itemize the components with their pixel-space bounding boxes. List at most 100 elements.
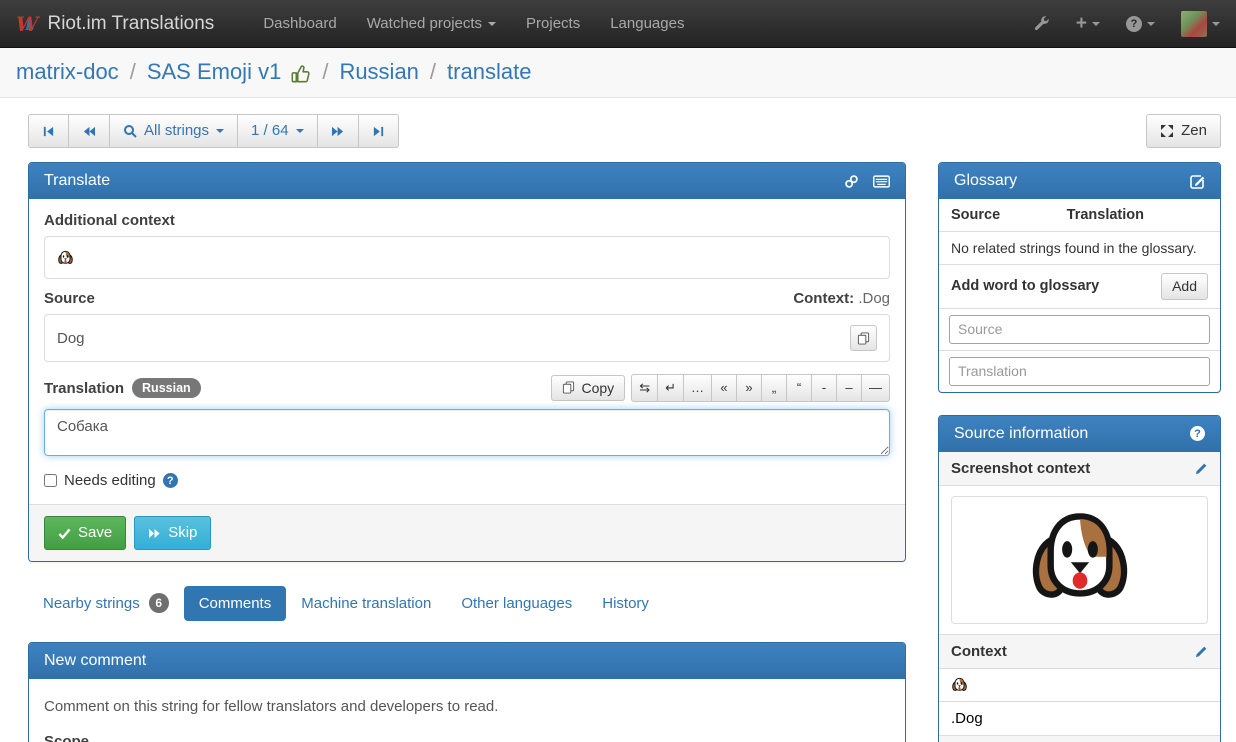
insert-hyphen-button[interactable]: - (811, 374, 837, 402)
nav-item-languages[interactable]: Languages (595, 15, 699, 32)
glossary-translation-input[interactable] (949, 357, 1210, 386)
position-dropdown[interactable]: 1 / 64 (237, 114, 318, 148)
chevron-down-icon (1147, 22, 1155, 26)
source-info-help-icon[interactable]: ? (1190, 426, 1205, 441)
dog-emoji-icon (951, 677, 968, 693)
breadcrumb-separator: / (322, 59, 328, 85)
add-word-label: Add word to glossary (951, 278, 1099, 294)
help-icon: ? (1126, 16, 1142, 32)
copy-to-translation-button[interactable]: Copy (551, 375, 626, 402)
glossary-panel: Glossary Source Translation No related s… (938, 162, 1221, 393)
manage-glossary-icon[interactable] (1190, 174, 1205, 189)
needs-editing-checkbox[interactable] (44, 474, 57, 487)
zen-mode-button[interactable]: Zen (1146, 114, 1221, 148)
insert-laquo-button[interactable]: « (711, 374, 737, 402)
breadcrumb-page[interactable]: translate (447, 59, 531, 85)
brand-title: Riot.im Translations (47, 13, 214, 35)
glossary-add-button[interactable]: Add (1161, 273, 1208, 300)
translate-panel-footer: Save Skip (29, 504, 905, 561)
edit-pencil-icon[interactable] (1195, 462, 1208, 475)
edit-pencil-icon[interactable] (1195, 645, 1208, 658)
user-menu-button[interactable] (1181, 11, 1220, 37)
insert-tab-button[interactable]: ⇆ (631, 374, 658, 402)
breadcrumb-project[interactable]: matrix-doc (16, 59, 119, 85)
translate-panel: Translate Additional context Source (28, 162, 906, 562)
navbar-menu: Dashboard Watched projects Projects Lang… (248, 15, 699, 32)
breadcrumb-separator: / (130, 59, 136, 85)
avatar (1181, 11, 1207, 37)
nav-item-watched-projects[interactable]: Watched projects (352, 15, 511, 32)
source-string-text: Dog (57, 330, 85, 347)
help-menu-button[interactable]: ? (1126, 16, 1155, 32)
screenshot-image[interactable] (951, 496, 1208, 624)
filter-dropdown[interactable]: All strings (109, 114, 238, 148)
keyboard-icon[interactable] (873, 175, 890, 188)
insert-low-quote-button[interactable]: „ (761, 374, 787, 402)
copy-source-button[interactable] (850, 325, 877, 351)
insert-ellipsis-button[interactable]: … (683, 374, 712, 402)
glossary-title: Glossary (954, 172, 1017, 190)
add-menu-button[interactable]: + (1076, 14, 1100, 33)
first-string-button[interactable] (28, 114, 69, 148)
source-information-panel: Source information ? Screenshot context (938, 415, 1221, 742)
string-navigation-toolbar: All strings 1 / 64 Zen (28, 114, 1221, 148)
tab-machine-translation[interactable]: Machine translation (286, 586, 446, 621)
translate-panel-title: Translate (44, 172, 110, 190)
breadcrumb-component[interactable]: SAS Emoji v1 (147, 59, 282, 85)
additional-context-label: Additional context (44, 212, 175, 229)
tab-history[interactable]: History (587, 586, 664, 621)
brand[interactable]: WL Riot.im Translations (16, 12, 214, 36)
needs-editing-help-icon[interactable]: ? (163, 473, 178, 488)
skip-button[interactable]: Skip (134, 516, 211, 550)
breadcrumb-language[interactable]: Russian (339, 59, 418, 85)
comment-description: Comment on this string for fellow transl… (44, 698, 890, 715)
screenshot-image-row (939, 496, 1220, 635)
context-key: Context: .Dog (793, 290, 890, 307)
thumbs-up-icon (289, 63, 311, 85)
save-button[interactable]: Save (44, 516, 126, 550)
pager-group: All strings 1 / 64 (28, 114, 399, 148)
tab-comments[interactable]: Comments (184, 586, 287, 621)
skip-icon (148, 528, 161, 539)
previous-string-button[interactable] (68, 114, 110, 148)
admin-tools-button[interactable] (1033, 15, 1050, 32)
next-string-button[interactable] (317, 114, 359, 148)
permalink-icon[interactable] (844, 174, 859, 189)
check-icon (58, 528, 71, 539)
insert-raquo-button[interactable]: » (736, 374, 762, 402)
skip-end-icon (372, 125, 385, 138)
additional-context-box (44, 236, 890, 279)
scope-label: Scope (44, 733, 890, 742)
insert-emdash-button[interactable]: — (861, 374, 890, 402)
tab-nearby-strings[interactable]: Nearby strings 6 (28, 584, 184, 622)
needs-editing-label: Needs editing (64, 472, 156, 489)
context-row: Context (939, 635, 1220, 669)
glossary-table-header: Source Translation (939, 199, 1220, 232)
insert-newline-button[interactable]: ↵ (657, 374, 684, 402)
chevron-down-icon (1212, 22, 1220, 26)
translation-textarea[interactable]: Собака (44, 409, 890, 456)
special-characters-group: ⇆ ↵ … « » „ “ - – — (631, 374, 890, 402)
new-comment-title: New comment (44, 652, 146, 670)
nav-item-projects[interactable]: Projects (511, 15, 595, 32)
weblate-logo-icon: WL (16, 12, 38, 36)
copy-icon (857, 332, 870, 345)
insert-high-quote-button[interactable]: “ (786, 374, 812, 402)
translation-label: Translation (44, 380, 124, 397)
rewind-icon (82, 125, 96, 138)
top-navbar: WL Riot.im Translations Dashboard Watche… (0, 0, 1236, 48)
chevron-down-icon (488, 22, 496, 26)
insert-endash-button[interactable]: – (836, 374, 862, 402)
screenshot-context-row: Screenshot context (939, 452, 1220, 486)
tab-other-languages[interactable]: Other languages (446, 586, 587, 621)
chevron-down-icon (296, 129, 304, 133)
source-string-box: Dog (44, 314, 890, 362)
source-information-header: Source information ? (939, 416, 1220, 452)
nav-item-dashboard[interactable]: Dashboard (248, 15, 351, 32)
glossary-source-input[interactable] (949, 315, 1210, 344)
dog-emoji-icon (57, 250, 74, 266)
navbar-right: + ? (1033, 11, 1220, 37)
source-information-title: Source information (954, 425, 1088, 443)
new-comment-panel: New comment Comment on this string for f… (28, 642, 906, 742)
last-string-button[interactable] (358, 114, 399, 148)
